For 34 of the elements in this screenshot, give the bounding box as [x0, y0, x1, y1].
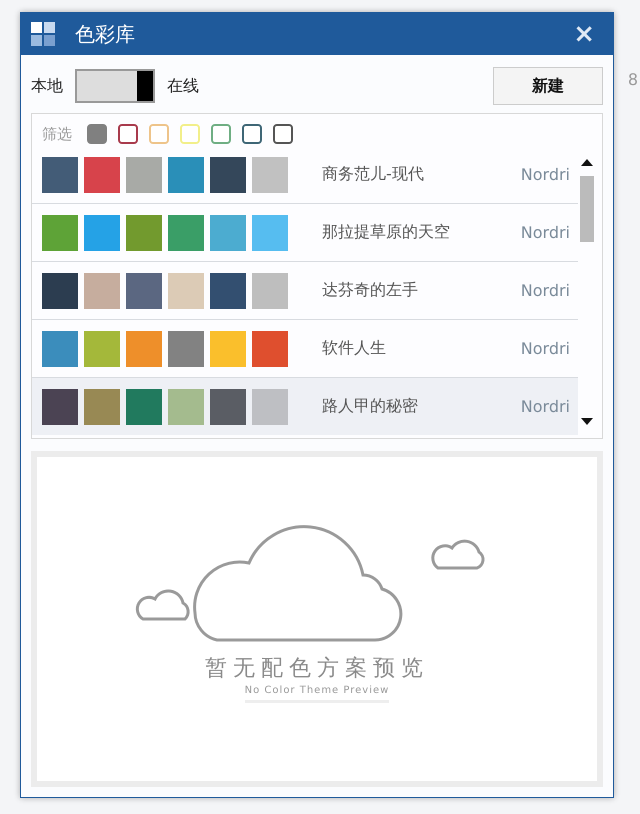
grid-icon — [31, 22, 55, 46]
theme-author: Nordri — [520, 339, 570, 358]
theme-name: 路人甲的秘密 — [322, 396, 419, 417]
theme-name: 那拉提草原的天空 — [322, 222, 451, 243]
theme-row[interactable]: 达芬奇的左手 Nordri — [32, 262, 578, 320]
filter-label: 筛选 — [42, 124, 72, 144]
preview-empty-subtitle: No Color Theme Preview — [244, 685, 390, 703]
filter-swatch[interactable] — [273, 124, 293, 144]
theme-author: Nordri — [520, 165, 570, 184]
theme-row[interactable]: 软件人生 Nordri — [32, 320, 578, 378]
theme-row[interactable]: 路人甲的秘密 Nordri — [32, 378, 578, 435]
close-button[interactable]: × — [569, 19, 599, 49]
scroll-up-icon[interactable] — [581, 159, 593, 166]
window-title: 色彩库 — [75, 20, 136, 48]
scrollbar-thumb[interactable] — [580, 176, 594, 242]
toggle-switch[interactable] — [75, 69, 155, 103]
theme-name: 软件人生 — [322, 338, 387, 359]
filter-swatch[interactable] — [118, 124, 138, 144]
online-label: 在线 — [167, 76, 199, 96]
theme-name: 商务范儿-现代 — [322, 164, 425, 185]
background-text: 8 — [628, 70, 638, 89]
preview-empty-title: 暂无配色方案预览 — [205, 655, 429, 683]
new-button[interactable]: 新建 — [493, 67, 603, 105]
theme-author: Nordri — [520, 223, 570, 242]
theme-name: 达芬奇的左手 — [322, 280, 419, 301]
local-label: 本地 — [31, 76, 63, 96]
theme-author: Nordri — [520, 397, 570, 416]
filter-swatch[interactable] — [211, 124, 231, 144]
theme-author: Nordri — [520, 281, 570, 300]
theme-row[interactable]: 商务范儿-现代 Nordri — [32, 146, 578, 204]
theme-row[interactable]: 那拉提草原的天空 Nordri — [32, 204, 578, 262]
scroll-down-icon[interactable] — [581, 418, 593, 425]
filter-swatch[interactable] — [242, 124, 262, 144]
filter-swatch[interactable] — [87, 124, 107, 144]
